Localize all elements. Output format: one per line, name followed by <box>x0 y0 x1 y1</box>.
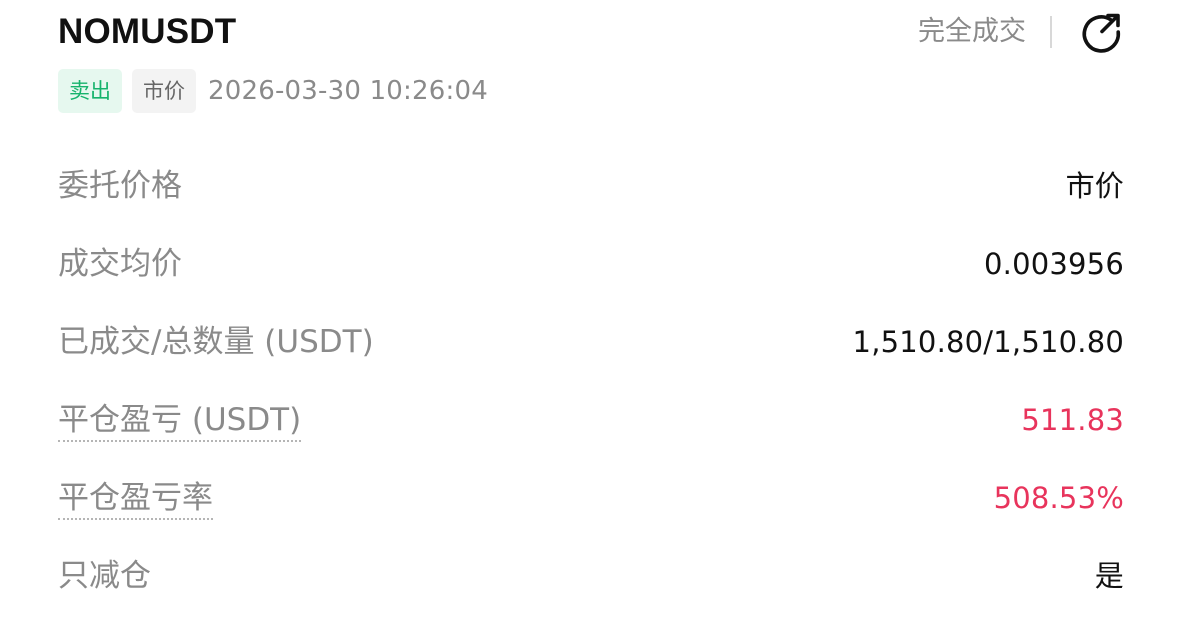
order-header: NOMUSDT 完全成交 <box>58 10 1124 54</box>
realized-pnl-label[interactable]: 平仓盈亏 (USDT) <box>58 400 302 442</box>
realized-pnl-value: 511.83 <box>1021 403 1124 437</box>
order-timestamp: 2026-03-30 10:26:04 <box>208 76 488 106</box>
side-badge: 卖出 <box>58 69 122 113</box>
order-price-label: 委托价格 <box>58 168 182 204</box>
avg-price-value: 0.003956 <box>984 247 1124 281</box>
filled-quantity-value: 1,510.80/1,510.80 <box>852 325 1124 359</box>
avg-price-label: 成交均价 <box>58 246 182 282</box>
detail-row-realized-pnl: 平仓盈亏 (USDT) 511.83 <box>58 382 1124 460</box>
detail-row-order-price: 委托价格 市价 <box>58 148 1124 226</box>
share-arrow-icon[interactable] <box>1080 10 1124 54</box>
detail-row-avg-price: 成交均价 0.003956 <box>58 226 1124 304</box>
detail-row-realized-pnl-rate: 平仓盈亏率 508.53% <box>58 460 1124 538</box>
detail-row-filled-quantity: 已成交/总数量 (USDT) 1,510.80/1,510.80 <box>58 304 1124 382</box>
filled-quantity-label: 已成交/总数量 (USDT) <box>58 324 374 360</box>
order-symbol: NOMUSDT <box>58 12 237 51</box>
realized-pnl-rate-value: 508.53% <box>993 481 1124 515</box>
header-divider <box>1050 16 1052 48</box>
detail-row-reduce-only: 只减仓 是 <box>58 538 1124 616</box>
header-actions: 完全成交 <box>918 10 1124 54</box>
reduce-only-value: 是 <box>1094 559 1124 593</box>
order-type-badge: 市价 <box>132 69 196 113</box>
realized-pnl-rate-label[interactable]: 平仓盈亏率 <box>58 478 213 520</box>
order-details-list: 委托价格 市价 成交均价 0.003956 已成交/总数量 (USDT) 1,5… <box>58 148 1124 616</box>
reduce-only-label: 只减仓 <box>58 558 151 594</box>
order-tags: 卖出 市价 2026-03-30 10:26:04 <box>58 68 488 114</box>
order-price-value: 市价 <box>1065 169 1124 203</box>
order-status: 完全成交 <box>918 16 1026 47</box>
